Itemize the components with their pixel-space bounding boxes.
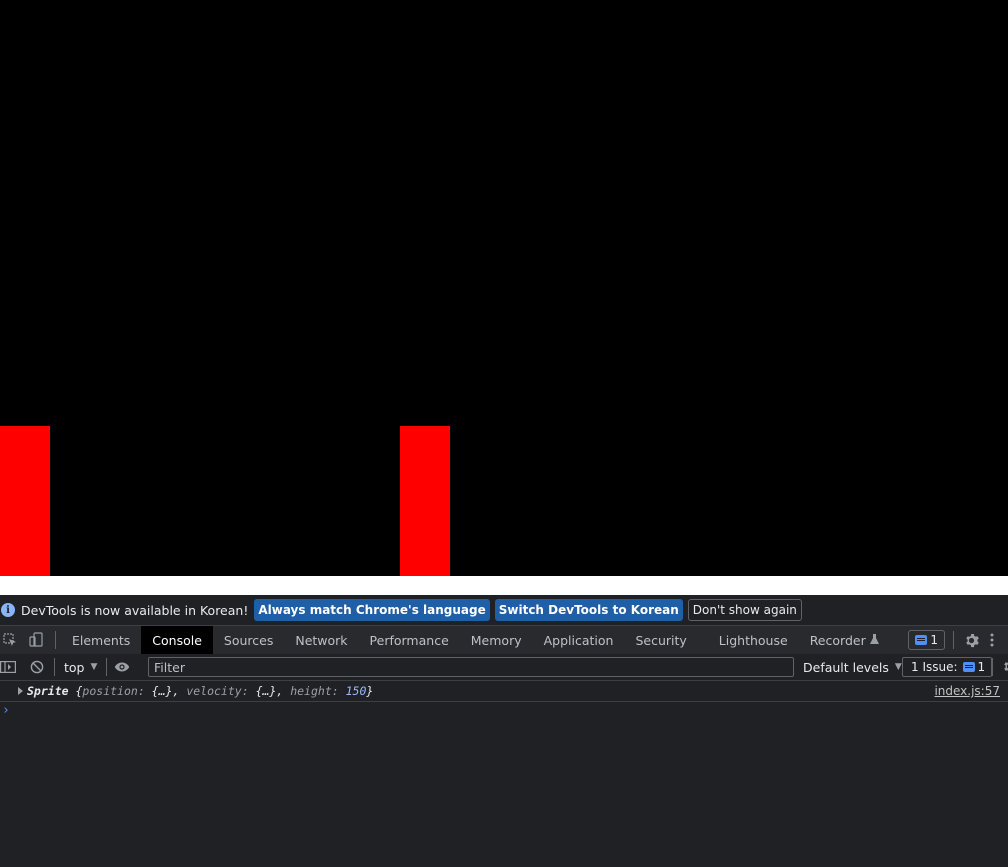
language-infobar: i DevTools is now available in Korean! A… [0,595,1008,626]
context-selector[interactable]: top ▼ [64,660,97,675]
toolbar-divider [953,631,954,649]
inspect-element-icon[interactable] [2,632,18,648]
log-val-height: 150 [345,684,367,698]
issues-label: 1 Issue: [911,660,958,674]
enemy-sprite [400,426,450,576]
tab-performance[interactable]: Performance [359,626,460,654]
toolbar-divider [992,658,993,676]
info-icon: i [1,603,15,617]
source-link[interactable]: index.js:57 [934,681,1000,701]
tab-sources[interactable]: Sources [213,626,284,654]
messages-badge-button[interactable]: 1 [908,630,945,650]
tab-recorder[interactable]: Recorder [799,626,883,654]
toolbar-divider [54,658,55,676]
clear-console-icon[interactable] [29,659,45,675]
log-prop-velocity: velocity [186,684,242,698]
tab-recorder-label: Recorder [809,632,866,648]
console-settings-icon[interactable] [1002,659,1008,675]
gear-icon[interactable] [963,632,979,648]
log-object-preview: {position: {…}, velocity: {…}, height: 1… [69,684,374,698]
chevron-down-icon: ▼ [90,662,98,672]
sidebar-toggle-icon[interactable] [0,659,16,675]
match-language-button[interactable]: Always match Chrome's language [254,599,490,621]
tab-memory[interactable]: Memory [460,626,533,654]
device-toolbar-icon[interactable] [28,632,44,648]
experiment-flask-icon [869,633,879,648]
log-val-velocity: {…} [255,684,277,698]
more-options-icon[interactable] [984,632,1000,648]
console-prompt[interactable]: › [2,703,10,718]
issue-message-icon [962,662,975,672]
log-prop-position: position [82,684,138,698]
log-object-name: Sprite [27,684,69,698]
toolbar-divider [106,658,108,676]
tab-console[interactable]: Console [141,626,213,654]
expand-triangle-icon[interactable] [18,687,23,695]
console-log-entry[interactable]: Sprite {position: {…}, velocity: {…}, he… [0,681,1008,702]
eye-icon[interactable] [114,659,130,675]
tab-elements[interactable]: Elements [61,626,141,654]
switch-language-button[interactable]: Switch DevTools to Korean [494,599,683,621]
tab-lighthouse[interactable]: Lighthouse [708,626,799,654]
log-val-position: {…} [151,684,173,698]
dont-show-again-button[interactable]: Don't show again [687,599,802,621]
context-label: top [64,659,85,675]
game-canvas [0,0,1008,576]
chevron-down-icon: ▼ [894,662,902,672]
toolbar-divider [55,631,56,649]
filter-input[interactable] [148,657,794,677]
log-sep: : [241,684,256,698]
message-icon [915,635,928,645]
tab-application[interactable]: Application [533,626,625,654]
log-sep: : [331,684,346,698]
devtools-panel: i DevTools is now available in Korean! A… [0,595,1008,867]
player-sprite [0,426,50,576]
console-toolbar: top ▼ Default levels ▼ 1 Issue: 1 [0,654,1008,681]
log-comma: , [276,684,291,698]
log-sep: : [137,684,152,698]
log-close-brace: } [366,684,374,698]
devtools-tabbar: Elements Console Sources Network Perform… [0,626,1008,655]
log-comma: , [172,684,187,698]
messages-badge-count: 1 [930,633,938,647]
issues-button[interactable]: 1 Issue: 1 [902,657,993,677]
infobar-message: DevTools is now available in Korean! [21,602,249,618]
issues-count: 1 [977,660,986,674]
page-background [0,576,1008,595]
tab-security[interactable]: Security [624,626,697,654]
log-levels-label: Default levels [803,659,889,675]
log-levels-dropdown[interactable]: Default levels ▼ [803,654,902,680]
tab-network[interactable]: Network [284,626,358,654]
log-prop-height: height [290,684,332,698]
